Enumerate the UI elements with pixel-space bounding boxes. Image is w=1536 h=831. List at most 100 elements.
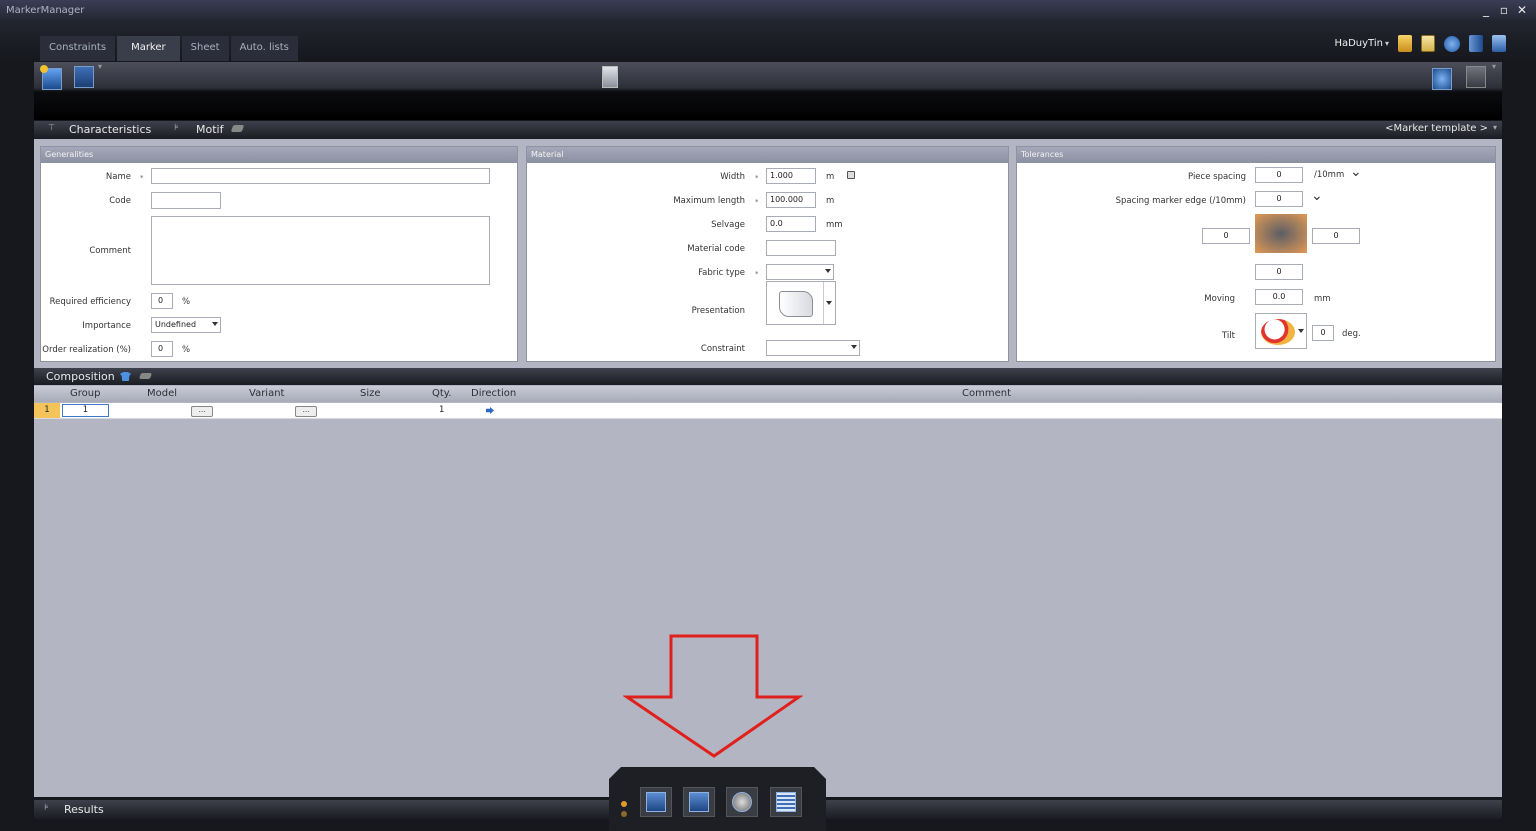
piece-spacing-unit: /10mm: [1314, 170, 1345, 180]
chevron-down-icon[interactable]: ▾: [1492, 62, 1496, 71]
eraser-icon[interactable]: [230, 125, 245, 132]
presentation-select[interactable]: [766, 281, 836, 325]
document-icon: [646, 792, 666, 812]
plot-button[interactable]: [726, 787, 758, 817]
comment-textarea[interactable]: [151, 216, 490, 285]
export-icon[interactable]: [1466, 66, 1486, 88]
open-marker-button[interactable]: [640, 787, 672, 817]
help-icon[interactable]: [1492, 35, 1506, 52]
group-cell[interactable]: 1: [62, 404, 109, 417]
order-realization-field[interactable]: 0: [151, 341, 173, 357]
lock-icon[interactable]: [847, 171, 855, 179]
width-unit: m: [826, 172, 835, 182]
column-size[interactable]: Size: [360, 388, 381, 399]
results-label[interactable]: Results: [64, 803, 104, 816]
tab-sheet[interactable]: Sheet: [181, 36, 229, 61]
model-browse-button[interactable]: ...: [191, 406, 213, 417]
characteristics-bar: ⊤ Characteristics ⊧ Motif <Marker templa…: [34, 121, 1502, 139]
tilt-field[interactable]: 0: [1312, 325, 1334, 341]
material-code-field[interactable]: [766, 240, 836, 256]
marker-template-menu[interactable]: <Marker template >: [1385, 123, 1488, 134]
code-field[interactable]: [151, 192, 221, 209]
column-direction[interactable]: Direction: [471, 388, 516, 399]
chevron-down-icon[interactable]: ▾: [1385, 39, 1389, 48]
chevron-down-icon: [825, 269, 831, 273]
tab-constraints[interactable]: Constraints: [40, 36, 116, 61]
tilt-select[interactable]: [1255, 313, 1307, 349]
max-length-label: Maximum length: [673, 196, 745, 206]
bottom-spacing-field[interactable]: 0: [1255, 264, 1303, 280]
selvage-label: Selvage: [711, 220, 745, 230]
name-label: Name: [105, 172, 131, 182]
app-title: MarkerManager: [6, 5, 85, 16]
composition-grid-body[interactable]: [34, 420, 1502, 796]
qty-cell[interactable]: 1: [439, 405, 444, 415]
column-variant[interactable]: Variant: [249, 388, 284, 399]
spacing-marker-edge-field[interactable]: 0: [1255, 191, 1303, 207]
tab-marker[interactable]: Marker: [117, 36, 180, 61]
importance-value: Undefined: [155, 320, 197, 329]
tilt-unit: deg.: [1342, 329, 1361, 339]
fabric-type-select[interactable]: [766, 264, 834, 280]
chevron-down-icon: [851, 345, 857, 349]
required-efficiency-field[interactable]: 0: [151, 293, 173, 309]
table-row[interactable]: 1 1 ... ... 1: [34, 403, 1502, 419]
open-marker-icon[interactable]: [74, 66, 94, 88]
moving-label: Moving: [1204, 294, 1235, 304]
tilt-label: Tilt: [1222, 331, 1235, 341]
app-window: MarkerManager _ ▫ ✕ Constraints Marker S…: [0, 0, 1536, 831]
right-spacing-field[interactable]: 0: [1312, 228, 1360, 244]
required-mark-icon: *: [755, 174, 759, 182]
panel-title: Generalities: [41, 147, 517, 163]
clipboard-icon[interactable]: [1421, 35, 1435, 52]
chevron-down-icon[interactable]: ⌄: [1311, 188, 1323, 204]
eraser-icon[interactable]: [138, 373, 153, 379]
refresh-icon[interactable]: [1432, 68, 1452, 90]
collapse-icon[interactable]: ⊤: [48, 123, 55, 132]
chevron-down-icon[interactable]: ▾: [98, 62, 102, 71]
chevron-down-icon[interactable]: ⌄: [1350, 164, 1362, 180]
no-tilt-icon: [1261, 319, 1295, 345]
column-comment[interactable]: Comment: [962, 388, 1011, 399]
dock-handle-icon[interactable]: [621, 801, 627, 807]
info-icon[interactable]: [1444, 35, 1460, 52]
constraint-select[interactable]: [766, 340, 860, 356]
shirt-icon[interactable]: [120, 372, 131, 381]
selvage-field[interactable]: 0.0: [766, 216, 816, 232]
characteristics-label[interactable]: Characteristics: [69, 123, 151, 136]
user-menu[interactable]: HaDuyTin: [1334, 38, 1383, 49]
expand-icon[interactable]: ⊧: [174, 123, 179, 133]
chevron-down-icon[interactable]: ▾: [1493, 123, 1497, 132]
expand-icon[interactable]: ⊧: [44, 803, 49, 813]
moving-field[interactable]: 0.0: [1255, 289, 1303, 305]
left-spacing-field[interactable]: 0: [1202, 228, 1250, 244]
column-qty[interactable]: Qty.: [432, 388, 451, 399]
title-bar: MarkerManager _ ▫ ✕: [0, 0, 1536, 24]
new-marker-icon[interactable]: [40, 65, 62, 90]
minimize-button[interactable]: _: [1480, 3, 1492, 17]
piece-spacing-field[interactable]: 0: [1255, 167, 1303, 183]
variant-browse-button[interactable]: ...: [295, 406, 317, 417]
report-button[interactable]: [770, 787, 802, 817]
close-button[interactable]: ✕: [1516, 3, 1528, 17]
width-field[interactable]: 1.000: [766, 168, 816, 184]
tolerances-panel: Tolerances Piece spacing 0 /10mm ⌄ Spaci…: [1016, 146, 1496, 362]
bookmark-icon[interactable]: [1398, 35, 1412, 52]
tab-auto-lists[interactable]: Auto. lists: [230, 36, 298, 61]
column-group[interactable]: Group: [70, 388, 100, 399]
motif-label[interactable]: Motif: [196, 123, 223, 136]
importance-select[interactable]: Undefined: [151, 317, 221, 333]
user-area: HaDuyTin ▾: [1334, 35, 1506, 52]
name-field[interactable]: [151, 168, 490, 184]
marker-settings-button[interactable]: [683, 787, 715, 817]
checklist-icon[interactable]: [602, 66, 618, 88]
chevron-down-icon: [823, 282, 835, 324]
max-length-field[interactable]: 100.000: [766, 192, 816, 208]
maximize-button[interactable]: ▫: [1498, 3, 1510, 17]
comment-label: Comment: [89, 246, 131, 256]
composition-label[interactable]: Composition: [46, 370, 115, 383]
list-document-icon: [776, 792, 796, 812]
column-model[interactable]: Model: [147, 388, 177, 399]
book-icon[interactable]: [1469, 35, 1483, 52]
direction-arrow-icon[interactable]: [486, 407, 494, 414]
